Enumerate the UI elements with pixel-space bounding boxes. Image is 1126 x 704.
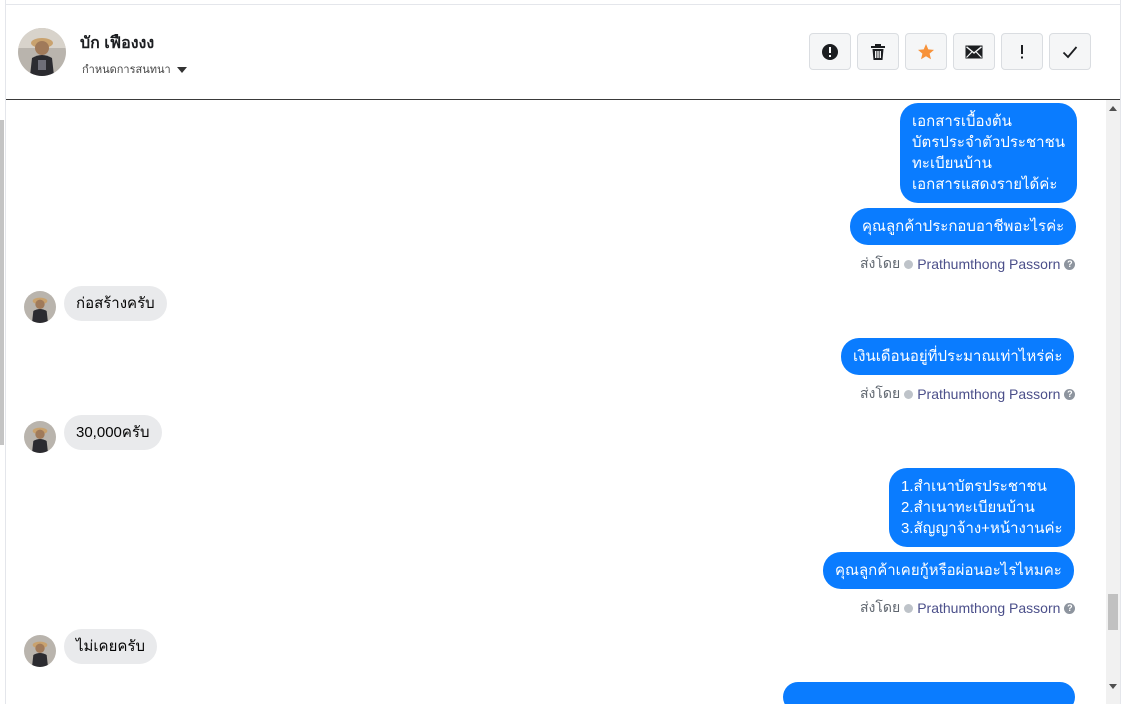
done-button[interactable]: [1049, 33, 1091, 70]
message-text: คุณลูกค้าเคยกู้หรือผ่อนอะไรไหมคะ: [835, 562, 1062, 579]
message-line: ทะเบียนบ้าน: [912, 155, 992, 172]
verified-dot-icon: [904, 389, 914, 399]
outgoing-message: เงินเดือนอยู่ที่ประมาณเท่าไหร่ค่ะ: [841, 338, 1075, 375]
outgoing-message: เอกสารเบื้องต้น บัตรประจำตัวประชาชน ทะเบ…: [900, 103, 1078, 203]
message-text: 30,000ครับ: [76, 424, 150, 441]
message-scrollbar[interactable]: [1106, 100, 1120, 704]
sent-by-prefix: ส่งโดย: [860, 255, 901, 271]
mark-unread-button[interactable]: [953, 33, 995, 70]
sent-by-label: ส่งโดย Prathumthong Passorn ?: [860, 253, 1076, 275]
message-list[interactable]: เอกสารเบื้องต้น บัตรประจำตัวประชาชน ทะเบ…: [6, 100, 1106, 704]
spam-button[interactable]: [809, 33, 851, 70]
scroll-down-arrow-icon[interactable]: [1109, 684, 1117, 689]
trash-icon: [871, 43, 885, 60]
outgoing-message: คุณลูกค้าประกอบอาชีพอะไรค่ะ: [850, 208, 1077, 245]
message-line: บัตรประจำตัวประชาชน: [912, 134, 1066, 151]
conversation-label-dropdown[interactable]: กำหนดการสนทนา: [82, 60, 187, 78]
sent-by-prefix: ส่งโดย: [860, 599, 901, 615]
incoming-message: ไม่เคยครับ: [64, 629, 157, 664]
message-line: เอกสารเบื้องต้น: [912, 113, 1012, 130]
envelope-icon: [965, 45, 983, 58]
checkmark-icon: [1062, 45, 1078, 58]
message-line: 3.สัญญาจ้าง+หน้างานค่ะ: [901, 520, 1063, 537]
contact-name: บัก เฟืองงง: [80, 35, 155, 52]
sender-name[interactable]: Prathumthong Passorn: [917, 386, 1060, 402]
sent-by-label: ส่งโดย Prathumthong Passorn ?: [860, 597, 1076, 619]
verified-dot-icon: [904, 259, 914, 269]
help-icon[interactable]: ?: [1064, 388, 1076, 400]
star-icon: [918, 43, 934, 59]
outgoing-message: 1.สำเนาบัตรประชาชน 2.สำเนาทะเบียนบ้าน 3.…: [889, 468, 1075, 547]
message-text: ก่อสร้างครับ: [76, 295, 155, 312]
conversation-toolbar: [809, 33, 1091, 70]
message-line: เอกสารแสดงรายได้ค่ะ: [912, 176, 1058, 193]
message-text: คุณลูกค้าประกอบอาชีพอะไรค่ะ: [862, 218, 1065, 235]
sent-by-prefix: ส่งโดย: [860, 385, 901, 401]
caret-down-icon: [176, 66, 187, 73]
scroll-up-arrow-icon[interactable]: [1109, 106, 1117, 111]
message-line: 2.สำเนาทะเบียนบ้าน: [901, 499, 1035, 516]
conversation-window: บัก เฟืองงง กำหนดการสนทนา เอกสารเบื้องต้…: [0, 0, 1126, 704]
left-scrollbar-thumb[interactable]: [0, 120, 4, 445]
contact-avatar-small[interactable]: [24, 635, 56, 667]
help-icon[interactable]: ?: [1064, 602, 1076, 614]
delete-button[interactable]: [857, 33, 899, 70]
avatar-photo-icon: [24, 635, 56, 667]
contact-avatar-small[interactable]: [24, 421, 56, 453]
scrollbar-thumb[interactable]: [1108, 594, 1118, 630]
outgoing-message-partial: [783, 682, 1075, 704]
incoming-message: 30,000ครับ: [64, 415, 162, 450]
avatar-photo-icon: [24, 421, 56, 453]
incoming-message: ก่อสร้างครับ: [64, 286, 167, 321]
outgoing-message: คุณลูกค้าเคยกู้หรือผ่อนอะไรไหมคะ: [823, 552, 1074, 589]
message-text: เงินเดือนอยู่ที่ประมาณเท่าไหร่ค่ะ: [853, 348, 1063, 365]
sender-name[interactable]: Prathumthong Passorn: [917, 256, 1060, 272]
conversation-header: บัก เฟืองงง กำหนดการสนทนา: [6, 5, 1120, 100]
message-line: 1.สำเนาบัตรประชาชน: [901, 478, 1047, 495]
alert-circle-icon: [822, 43, 838, 60]
follow-up-button[interactable]: [1001, 33, 1043, 70]
star-button[interactable]: [905, 33, 947, 70]
exclamation-icon: [1021, 44, 1023, 58]
verified-dot-icon: [904, 603, 914, 613]
contact-avatar[interactable]: [18, 28, 66, 76]
avatar-photo-icon: [24, 291, 56, 323]
conversation-label-text: กำหนดการสนทนา: [82, 64, 171, 76]
sent-by-label: ส่งโดย Prathumthong Passorn ?: [860, 383, 1076, 405]
contact-avatar-small[interactable]: [24, 291, 56, 323]
avatar-photo-icon: [18, 28, 66, 76]
help-icon[interactable]: ?: [1064, 258, 1076, 270]
sender-name[interactable]: Prathumthong Passorn: [917, 600, 1060, 616]
message-text: ไม่เคยครับ: [76, 638, 145, 655]
right-panel-edge: [1120, 0, 1126, 704]
